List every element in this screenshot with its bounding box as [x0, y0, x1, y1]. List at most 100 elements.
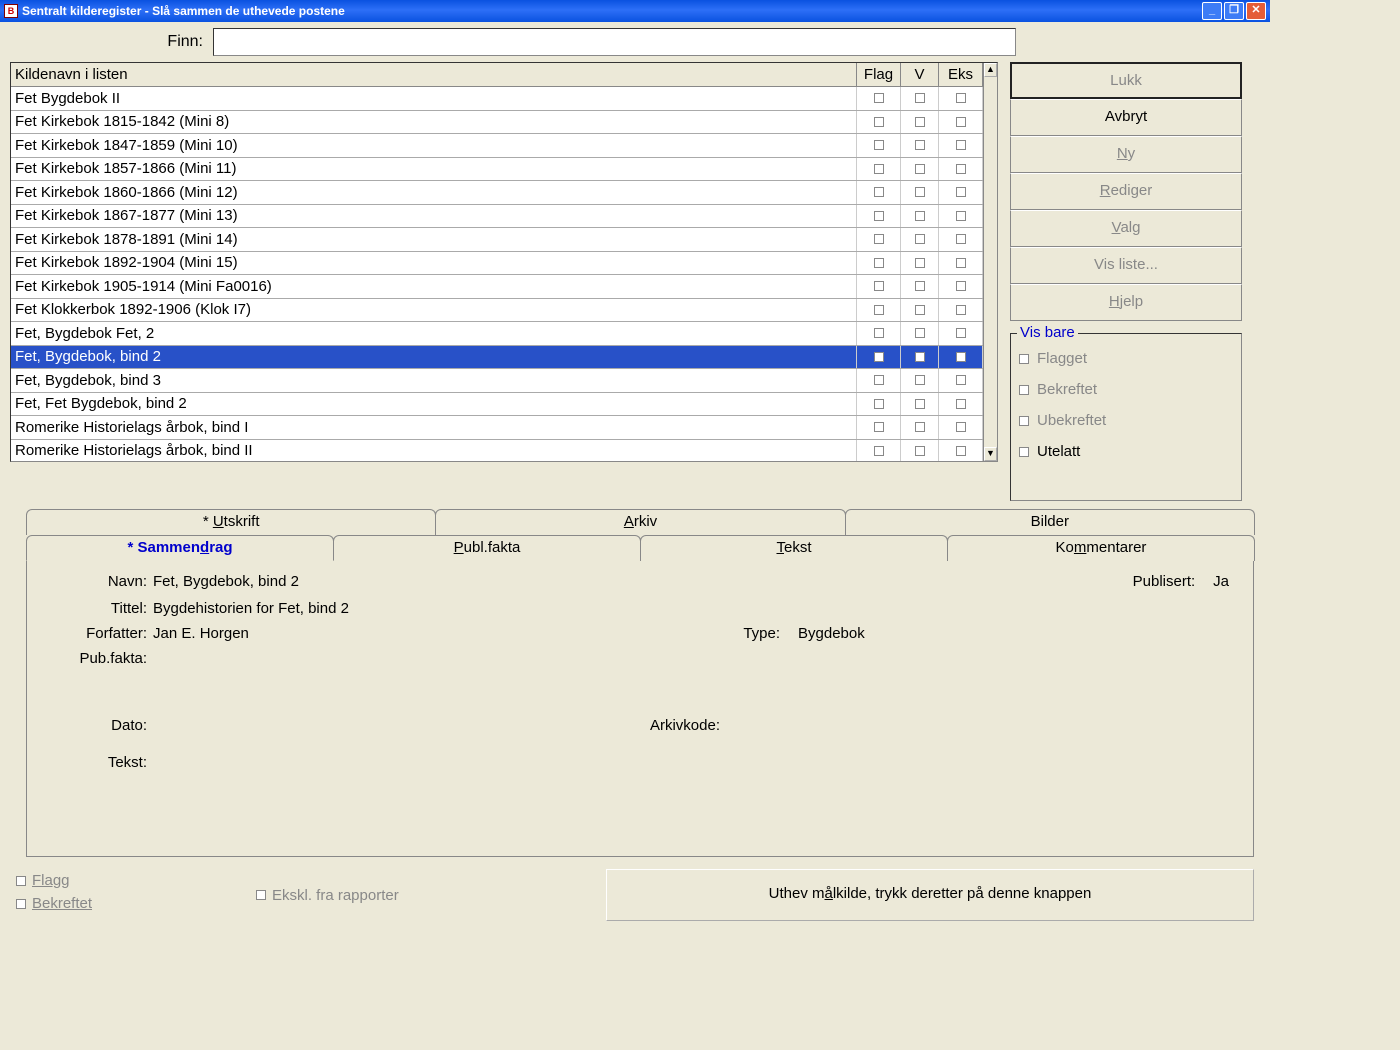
- scroll-up-button[interactable]: ▲: [984, 63, 997, 77]
- tab-utskrift[interactable]: * Utskrift: [26, 509, 436, 535]
- cell-v[interactable]: [901, 322, 939, 345]
- table-row[interactable]: Fet Klokkerbok 1892-1906 (Klok I7): [11, 299, 997, 323]
- ny-button[interactable]: Ny: [1010, 136, 1242, 173]
- cell-v[interactable]: [901, 158, 939, 181]
- valg-button[interactable]: Valg: [1010, 210, 1242, 247]
- value-publisert: Ja: [1213, 573, 1229, 590]
- cell-eks[interactable]: [939, 87, 983, 110]
- cell-eks[interactable]: [939, 416, 983, 439]
- cell-v[interactable]: [901, 87, 939, 110]
- cell-v[interactable]: [901, 346, 939, 369]
- cell-v[interactable]: [901, 181, 939, 204]
- cell-v[interactable]: [901, 393, 939, 416]
- cell-flag[interactable]: [857, 346, 901, 369]
- cell-v[interactable]: [901, 416, 939, 439]
- cell-flag[interactable]: [857, 134, 901, 157]
- tab-publfakta[interactable]: Publ.fakta: [333, 535, 641, 561]
- cell-flag[interactable]: [857, 181, 901, 204]
- table-row[interactable]: Fet Kirkebok 1847-1859 (Mini 10): [11, 134, 997, 158]
- table-row[interactable]: Fet Kirkebok 1867-1877 (Mini 13): [11, 205, 997, 229]
- vis-bare-group: Vis bare Flagget Bekreftet Ubekreftet Ut…: [1010, 333, 1242, 501]
- table-row[interactable]: Fet, Bygdebok, bind 3: [11, 369, 997, 393]
- cell-v[interactable]: [901, 369, 939, 392]
- cell-v[interactable]: [901, 228, 939, 251]
- tab-bilder[interactable]: Bilder: [845, 509, 1255, 535]
- cell-eks[interactable]: [939, 158, 983, 181]
- cell-eks[interactable]: [939, 111, 983, 134]
- table-row[interactable]: Fet Kirkebok 1815-1842 (Mini 8): [11, 111, 997, 135]
- col-header-v[interactable]: V: [901, 63, 939, 86]
- cell-flag[interactable]: [857, 205, 901, 228]
- cell-eks[interactable]: [939, 275, 983, 298]
- table-row[interactable]: Fet, Bygdebok Fet, 2: [11, 322, 997, 346]
- table-row[interactable]: Fet Kirkebok 1878-1891 (Mini 14): [11, 228, 997, 252]
- col-header-flag[interactable]: Flag: [857, 63, 901, 86]
- cell-name: Fet Klokkerbok 1892-1906 (Klok I7): [11, 299, 857, 322]
- value-forfatter: Jan E. Horgen: [153, 625, 249, 642]
- source-grid[interactable]: Kildenavn i listen Flag V Eks Fet Bygdeb…: [10, 62, 998, 462]
- cell-flag[interactable]: [857, 228, 901, 251]
- table-row[interactable]: Fet Kirkebok 1905-1914 (Mini Fa0016): [11, 275, 997, 299]
- cell-eks[interactable]: [939, 393, 983, 416]
- table-row[interactable]: Fet, Bygdebok, bind 2: [11, 346, 997, 370]
- cell-flag[interactable]: [857, 252, 901, 275]
- tab-kommentarer[interactable]: Kommentarer: [947, 535, 1255, 561]
- cell-flag[interactable]: [857, 440, 901, 463]
- col-header-eks[interactable]: Eks: [939, 63, 983, 86]
- cell-eks[interactable]: [939, 252, 983, 275]
- cell-flag[interactable]: [857, 299, 901, 322]
- close-button[interactable]: ✕: [1246, 2, 1266, 20]
- cell-eks[interactable]: [939, 228, 983, 251]
- cell-flag[interactable]: [857, 393, 901, 416]
- cell-name: Fet Kirkebok 1892-1904 (Mini 15): [11, 252, 857, 275]
- cell-v[interactable]: [901, 205, 939, 228]
- avbryt-button[interactable]: Avbryt: [1010, 99, 1242, 136]
- vis-liste-button[interactable]: Vis liste...: [1010, 247, 1242, 284]
- merge-button[interactable]: Uthev målkilde, trykk deretter på denne …: [606, 869, 1254, 921]
- cell-v[interactable]: [901, 440, 939, 463]
- cell-eks[interactable]: [939, 346, 983, 369]
- table-row[interactable]: Fet Bygdebok II: [11, 87, 997, 111]
- cell-v[interactable]: [901, 134, 939, 157]
- scroll-down-button[interactable]: ▼: [984, 447, 997, 461]
- vis-utelatt-checkbox[interactable]: Utelatt: [1019, 443, 1233, 460]
- cell-eks[interactable]: [939, 181, 983, 204]
- grid-scrollbar[interactable]: ▲ ▼: [983, 63, 997, 461]
- cell-flag[interactable]: [857, 87, 901, 110]
- cell-flag[interactable]: [857, 416, 901, 439]
- tab-arkiv[interactable]: Arkiv: [435, 509, 845, 535]
- rediger-button[interactable]: Rediger: [1010, 173, 1242, 210]
- cell-v[interactable]: [901, 111, 939, 134]
- cell-eks[interactable]: [939, 205, 983, 228]
- cell-name: Romerike Historielags årbok, bind II: [11, 440, 857, 463]
- cell-eks[interactable]: [939, 440, 983, 463]
- finn-input[interactable]: [213, 28, 1016, 56]
- maximize-button[interactable]: ❐: [1224, 2, 1244, 20]
- cell-name: Fet Kirkebok 1867-1877 (Mini 13): [11, 205, 857, 228]
- minimize-button[interactable]: _: [1202, 2, 1222, 20]
- table-row[interactable]: Romerike Historielags årbok, bind I: [11, 416, 997, 440]
- cell-eks[interactable]: [939, 322, 983, 345]
- table-row[interactable]: Fet, Fet Bygdebok, bind 2: [11, 393, 997, 417]
- hjelp-button[interactable]: Hjelp: [1010, 284, 1242, 321]
- table-row[interactable]: Fet Kirkebok 1860-1866 (Mini 12): [11, 181, 997, 205]
- col-header-name[interactable]: Kildenavn i listen: [11, 63, 857, 86]
- cell-eks[interactable]: [939, 134, 983, 157]
- tab-sammendrag[interactable]: * Sammendrag: [26, 535, 334, 561]
- cell-flag[interactable]: [857, 158, 901, 181]
- cell-v[interactable]: [901, 275, 939, 298]
- table-row[interactable]: Fet Kirkebok 1892-1904 (Mini 15): [11, 252, 997, 276]
- lukk-button[interactable]: Lukk: [1010, 62, 1242, 99]
- table-row[interactable]: Fet Kirkebok 1857-1866 (Mini 11): [11, 158, 997, 182]
- cell-flag[interactable]: [857, 322, 901, 345]
- cell-v[interactable]: [901, 252, 939, 275]
- cell-eks[interactable]: [939, 299, 983, 322]
- cell-eks[interactable]: [939, 369, 983, 392]
- cell-v[interactable]: [901, 299, 939, 322]
- cell-flag[interactable]: [857, 275, 901, 298]
- cell-flag[interactable]: [857, 369, 901, 392]
- table-row[interactable]: Romerike Historielags årbok, bind II: [11, 440, 997, 463]
- tab-tekst[interactable]: Tekst: [640, 535, 948, 561]
- cell-flag[interactable]: [857, 111, 901, 134]
- value-tittel: Bygdehistorien for Fet, bind 2: [153, 600, 349, 617]
